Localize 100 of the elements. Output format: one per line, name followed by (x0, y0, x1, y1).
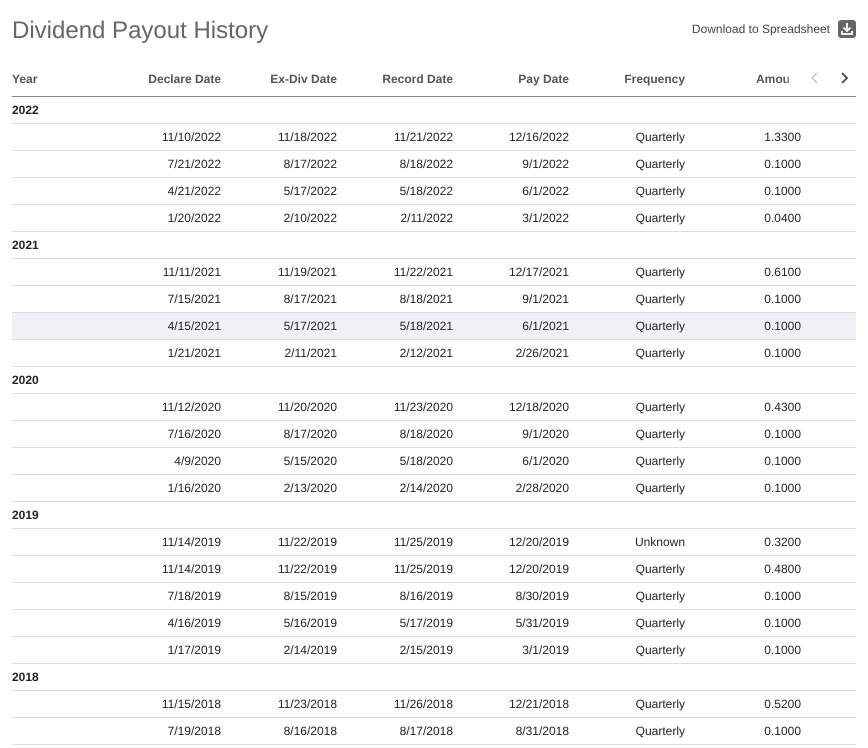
table-cell-text: 11/20/2020 (276, 400, 337, 414)
table-cell-text: Quarterly (634, 724, 685, 738)
table-cell-text: 5/17/2019 (398, 616, 453, 630)
download-icon (838, 20, 856, 38)
table-cell-text: 2/11/2021 (284, 346, 337, 360)
year-label: 2022 (12, 103, 40, 117)
download-link[interactable]: Download to Spreadsheet (692, 20, 856, 38)
table-cell-text: 8/16/2018 (282, 724, 337, 738)
table-cell-text: 11/26/2018 (392, 697, 453, 711)
page-title: Dividend Payout History (12, 16, 268, 44)
table-cell-text: 4/15/2021 (166, 319, 221, 333)
table-cell-text: 8/17/2018 (398, 724, 453, 738)
table-cell-text: Quarterly (634, 130, 685, 144)
year-label: 2020 (12, 373, 40, 387)
table-cell-text: 2/28/2020 (514, 481, 569, 495)
table-cell-text: Quarterly (634, 616, 685, 630)
table-cell-text: 0.1000 (763, 616, 801, 630)
column-header: Year (12, 71, 38, 86)
table-cell-text: 11/23/2018 (276, 697, 337, 711)
table-cell-text: 0.1000 (763, 292, 801, 306)
table-cell-text: 3/1/2022 (521, 211, 569, 225)
table-cell-text: 6/1/2020 (521, 454, 569, 468)
table-cell-text: 11/22/2019 (276, 535, 337, 549)
table-cell-text: 5/18/2022 (398, 184, 453, 198)
table-cell-text: 8/30/2019 (514, 589, 569, 603)
table-cell-text: Quarterly (634, 481, 685, 495)
table-cell-text: 0.4800 (763, 562, 801, 576)
table-cell-text: Quarterly (634, 211, 685, 225)
table-cell-text: 7/16/2020 (166, 427, 221, 441)
table-cell-text: 0.1000 (763, 643, 801, 657)
table-cell-text: 11/23/2020 (392, 400, 453, 414)
table-cell-text: 0.4300 (763, 400, 801, 414)
table-cell-text: 8/17/2021 (282, 292, 337, 306)
table-cell-text: 5/17/2021 (282, 319, 337, 333)
table-cell-text: 2/15/2019 (398, 643, 453, 657)
table-cell-text: Quarterly (634, 157, 685, 171)
table-cell-text: 1/20/2022 (166, 211, 221, 225)
table-cell-text: 7/21/2022 (166, 157, 221, 171)
table-cell-text: Quarterly (634, 562, 685, 576)
table-cell-text: 1/16/2020 (166, 481, 221, 495)
table-cell-text: 8/17/2022 (282, 157, 337, 171)
year-label: 2018 (12, 670, 40, 684)
table-cell-text: 2/12/2021 (398, 346, 453, 360)
table-cell-text: 1/17/2019 (166, 643, 221, 657)
table-cell-text: Quarterly (634, 427, 685, 441)
table-cell-text: 12/16/2022 (508, 130, 569, 144)
table-cell-text: 2/26/2021 (514, 346, 569, 360)
table-cell-text: 9/1/2020 (521, 427, 569, 441)
table-cell-text: 11/12/2020 (160, 400, 221, 414)
table-cell-text: 0.1000 (763, 724, 801, 738)
table-cell-text: 7/18/2019 (166, 589, 221, 603)
table-cell-text: 2/13/2020 (282, 481, 337, 495)
table-cell-text: 5/31/2019 (514, 616, 569, 630)
table-cell-text: 12/17/2021 (508, 265, 569, 279)
table-cell-text: Quarterly (634, 400, 685, 414)
table-cell-text: 1/21/2021 (166, 346, 221, 360)
table-cell-text: Unknown (634, 535, 685, 549)
table-cell-text: 11/22/2019 (276, 562, 337, 576)
table-cell-text: 12/18/2020 (508, 400, 569, 414)
table-cell-text: 11/25/2019 (392, 535, 453, 549)
table-cell-text: Quarterly (634, 265, 685, 279)
table-cell-text: 8/18/2021 (398, 292, 453, 306)
column-header: Declare Date (147, 71, 221, 86)
column-header: Pay Date (517, 71, 569, 86)
table-cell-text: 2/11/2022 (400, 211, 453, 225)
table-cell-text: 2/14/2019 (282, 643, 337, 657)
table-cell-text: 11/25/2019 (392, 562, 453, 576)
table-cell-text: 0.1000 (763, 319, 801, 333)
table-cell-text: 11/19/2021 (276, 265, 337, 279)
table-cell-text: 11/15/2018 (160, 697, 221, 711)
table-cell-text: Quarterly (634, 319, 685, 333)
table-cell-text: 2/14/2020 (398, 481, 453, 495)
table-cell-text: 2/10/2022 (282, 211, 337, 225)
table-cell-text: 0.1000 (763, 589, 801, 603)
year-label: 2021 (12, 238, 40, 252)
table-cell-text: Quarterly (634, 292, 685, 306)
table-cell-text: 11/10/2022 (160, 130, 221, 144)
table-cell-text: 7/15/2021 (166, 292, 221, 306)
table-cell-text: Quarterly (634, 697, 685, 711)
table-cell-text: Quarterly (634, 454, 685, 468)
table-cell-text: 0.5200 (763, 697, 801, 711)
table-cell-text: 4/16/2019 (166, 616, 221, 630)
table-cell-text: 1.3300 (763, 130, 801, 144)
column-header: Ex-Div Date (269, 71, 337, 86)
table-cell-text: 5/16/2019 (282, 616, 337, 630)
table-cell-text: 9/1/2022 (521, 157, 569, 171)
table-cell-text: 0.1000 (763, 346, 801, 360)
table-cell-text: 5/18/2020 (398, 454, 453, 468)
table-cell-text: 3/1/2019 (521, 643, 569, 657)
table-cell-text: 0.0400 (763, 211, 801, 225)
table-cell-text: 11/14/2019 (160, 535, 221, 549)
table-cell-text: 0.3200 (763, 535, 801, 549)
table-cell-text: 0.1000 (763, 481, 801, 495)
table-cell-text: 0.1000 (763, 157, 801, 171)
table-cell-text: Quarterly (634, 643, 685, 657)
table-cell-text: 12/20/2019 (508, 562, 569, 576)
table-cell-text: 8/15/2019 (282, 589, 337, 603)
table-cell-text: 4/21/2022 (166, 184, 221, 198)
column-header: Frequency (623, 71, 685, 86)
table-cell-text: 9/1/2021 (521, 292, 569, 306)
